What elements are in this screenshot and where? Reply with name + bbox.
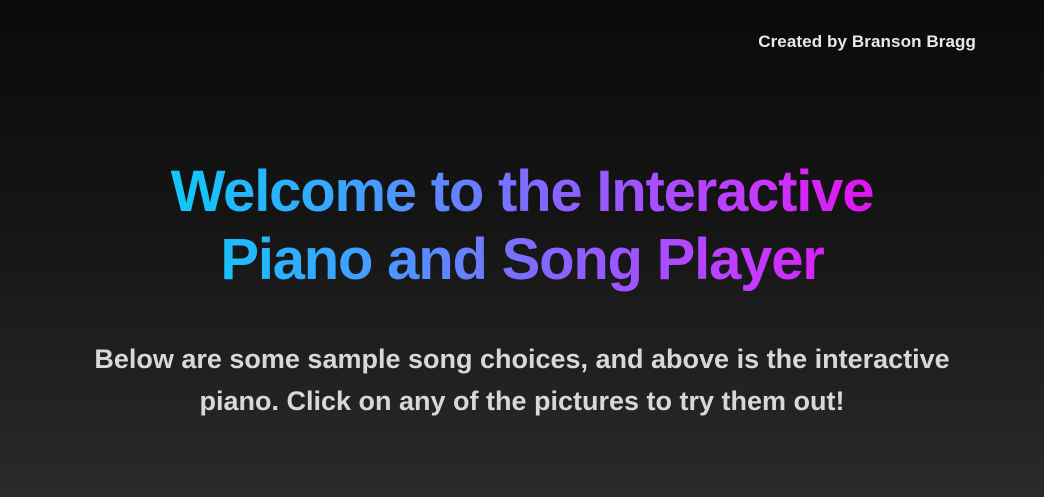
page-description: Below are some sample song choices, and … [94,344,950,416]
page-title: Welcome to the Interactive Piano and Son… [112,158,932,294]
hero-section: Welcome to the Interactive Piano and Son… [0,158,1044,422]
creator-credit: Created by Branson Bragg [758,32,976,51]
